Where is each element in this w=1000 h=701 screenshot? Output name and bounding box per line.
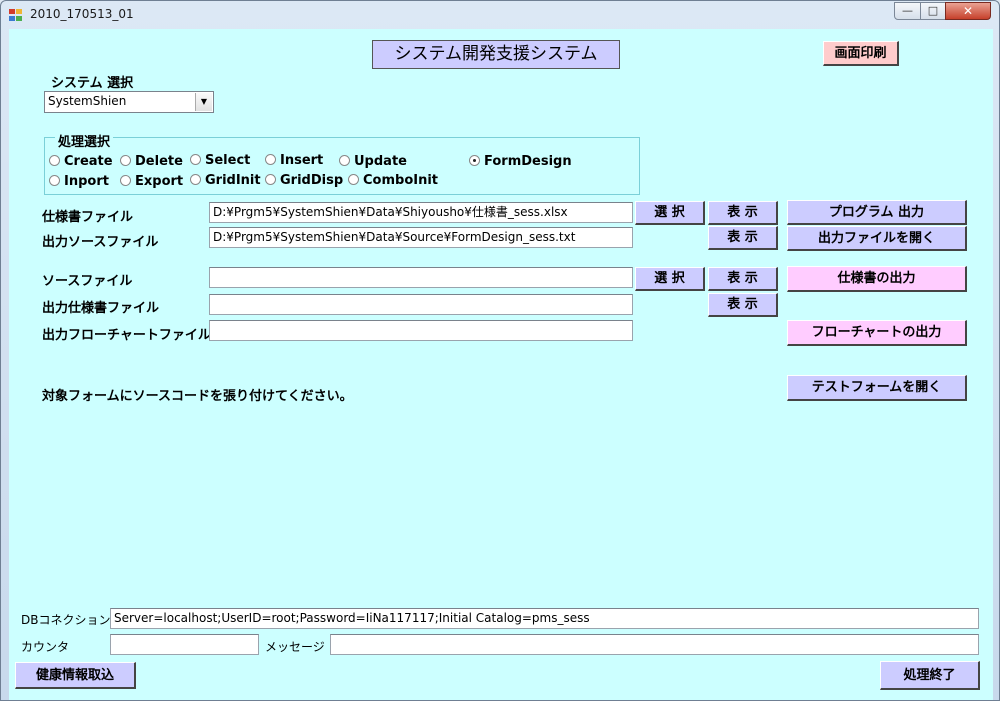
system-select-value: SystemShien [48,94,127,108]
spec-file-show-button[interactable]: 表 示 [708,201,778,225]
radio-icon [265,174,276,185]
message-input[interactable] [330,634,979,655]
process-select-legend: 処理選択 [55,131,114,150]
radio-icon [120,155,131,166]
program-output-button[interactable]: プログラム 出力 [787,200,967,225]
radio-gridinit[interactable]: GridInit [190,173,261,189]
radio-export[interactable]: Export [120,174,183,190]
minimize-button[interactable]: — [894,2,921,20]
radio-comboinit[interactable]: ComboInit [348,173,438,189]
system-select-dropdown[interactable]: SystemShien ▼ [44,91,214,113]
radio-icon [469,155,480,166]
spec-output-button[interactable]: 仕様書の出力 [787,266,967,292]
window-title: 2010_170513_01 [30,7,134,21]
radio-icon [265,154,276,165]
output-source-file-input[interactable]: D:¥Prgm5¥SystemShien¥Data¥Source¥FormDes… [209,227,633,248]
maximize-button[interactable]: □ [920,2,946,20]
app-icon [9,9,22,21]
title-bar[interactable]: 2010_170513_01 — □ ✕ [1,1,999,29]
radio-icon [339,155,350,166]
message-label: メッセージ [265,640,325,654]
flowchart-output-button[interactable]: フローチャートの出力 [787,320,967,346]
open-test-form-button[interactable]: テストフォームを開く [787,375,967,401]
spec-file-input[interactable]: D:¥Prgm5¥SystemShien¥Data¥Shiyousho¥仕様書_… [209,202,633,223]
form-client-area: システム開発支援システム 画面印刷 システム 選択 SystemShien ▼ … [9,29,993,700]
close-icon: ✕ [962,4,974,18]
system-select-label: システム 選択 [51,76,134,91]
output-spec-file-input[interactable] [209,294,633,315]
counter-label: カウンタ [21,640,70,654]
output-spec-file-label: 出力仕様書ファイル [42,301,160,316]
radio-icon [49,155,60,166]
health-import-button[interactable]: 健康情報取込 [15,662,136,689]
page-title: システム開発支援システム [372,40,620,69]
source-file-label: ソースファイル [42,274,133,289]
radio-update[interactable]: Update [339,154,407,170]
print-screen-button[interactable]: 画面印刷 [823,41,899,66]
spec-file-select-button[interactable]: 選 択 [635,201,705,225]
output-source-file-label: 出力ソースファイル [42,235,159,250]
radio-icon [190,174,201,185]
radio-icon [190,154,201,165]
db-connection-input[interactable]: Server=localhost;UserID=root;Password=Ii… [110,608,979,629]
open-output-file-button[interactable]: 出力ファイルを開く [787,226,967,251]
db-connection-label: DBコネクション [21,613,111,627]
app-window: 2010_170513_01 — □ ✕ システム開発支援システム 画面印刷 シ… [0,0,1000,701]
spec-file-label: 仕様書ファイル [42,210,134,225]
dropdown-arrow-icon[interactable]: ▼ [195,93,212,111]
output-flowchart-file-label: 出力フローチャートファイル [42,328,211,343]
source-file-input[interactable] [209,267,633,288]
output-source-show-button[interactable]: 表 示 [708,226,778,250]
maximize-icon: □ [927,4,939,17]
close-button[interactable]: ✕ [945,2,991,20]
minimize-icon: — [902,4,913,17]
radio-insert[interactable]: Insert [265,153,323,169]
radio-icon [49,175,60,186]
radio-select[interactable]: Select [190,153,250,169]
radio-griddisp[interactable]: GridDisp [265,173,343,189]
output-spec-show-button[interactable]: 表 示 [708,293,778,317]
radio-delete[interactable]: Delete [120,154,183,170]
end-process-button[interactable]: 処理終了 [880,661,980,690]
radio-formdesign[interactable]: FormDesign [469,154,572,170]
counter-input[interactable] [110,634,259,655]
output-flowchart-file-input[interactable] [209,320,633,341]
radio-create[interactable]: Create [49,154,113,170]
instruction-text: 対象フォームにソースコードを張り付けてください。 [42,389,353,404]
radio-icon [348,174,359,185]
radio-inport[interactable]: Inport [49,174,109,190]
source-file-select-button[interactable]: 選 択 [635,267,705,291]
source-file-show-button[interactable]: 表 示 [708,267,778,291]
radio-icon [120,175,131,186]
